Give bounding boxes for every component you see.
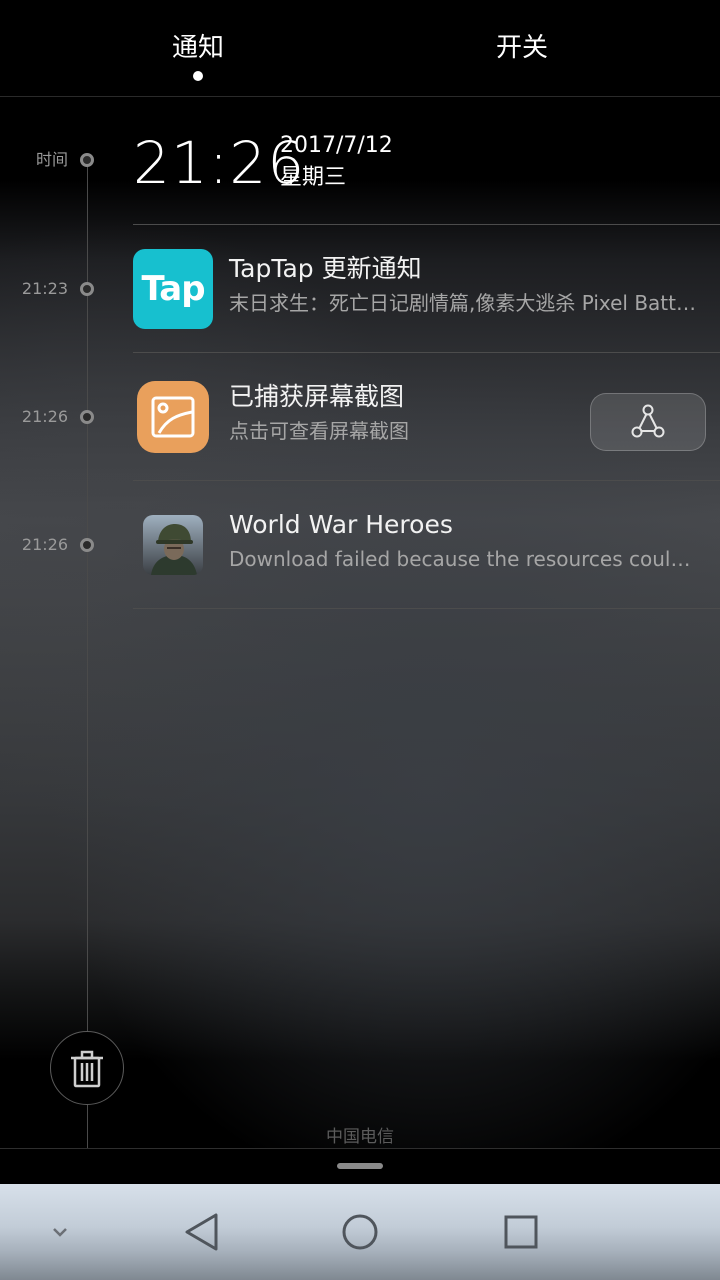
notification-time: 21:26 [21,407,68,426]
notification-time: 21:26 [21,535,68,554]
home-circle-icon [342,1214,378,1250]
nav-collapse-button[interactable] [40,1212,80,1252]
recents-square-icon [504,1215,538,1249]
notification-taptap[interactable]: Tap TapTap 更新通知 末日求生：死亡日记剧情篇,像素大逃杀 Pixel… [133,225,720,353]
notification-screenshot[interactable]: 已捕获屏幕截图 点击可查看屏幕截图 [133,353,720,481]
nav-home-button[interactable] [332,1204,388,1260]
taptap-app-icon: Tap [133,249,213,329]
notification-title: TapTap 更新通知 [229,254,422,283]
timeline-node [80,282,94,296]
back-triangle-icon [185,1213,218,1251]
divider [133,608,720,609]
notification-shade: 通知 开关 时间 21:26 2017/7/12 星期三 21:23 Tap T… [0,0,720,1184]
active-tab-indicator [193,71,203,81]
date: 2017/7/12 [280,133,393,158]
navigation-bar [0,1184,720,1280]
notification-text: 末日求生：死亡日记剧情篇,像素大逃杀 Pixel Battle Royale [229,291,699,315]
clear-all-button[interactable] [50,1031,124,1105]
share-icon [631,404,665,438]
carrier-label: 中国电信 [326,1127,394,1147]
notification-text: Download failed because the resources co… [229,547,699,571]
share-button[interactable] [590,393,706,451]
nav-back-button[interactable] [176,1204,232,1260]
timeline-header-label: 时间 [35,150,68,169]
chevron-down-icon [53,1228,67,1237]
weekday: 星期三 [280,165,347,190]
notification-title: 已捕获屏幕截图 [229,382,405,411]
world-war-heroes-icon [143,515,203,575]
notification-world-war-heroes[interactable]: World War Heroes Download failed because… [133,481,720,609]
trash-icon [71,1050,103,1088]
screenshot-app-icon [137,381,209,453]
tab-toggles[interactable]: 开关 [442,28,602,68]
timeline-node [80,538,94,552]
shade-bottom-bar [0,1148,720,1184]
notification-title: World War Heroes [229,510,453,539]
notification-time: 21:23 [21,279,68,298]
shade-tabs: 通知 开关 [0,0,720,97]
tab-notifications[interactable]: 通知 [118,28,278,68]
drag-handle[interactable] [337,1163,383,1169]
timeline-node [80,153,94,167]
nav-recents-button[interactable] [492,1204,548,1260]
timeline-node [80,410,94,424]
taptap-logo-text: Tap [141,269,205,309]
